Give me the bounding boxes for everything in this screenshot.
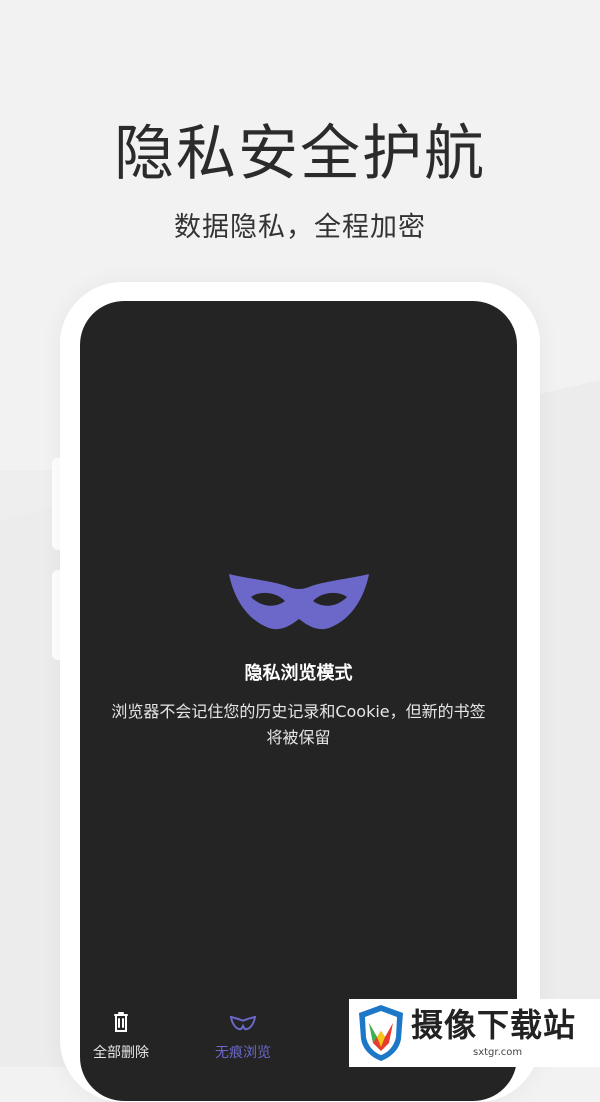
delete-all-button[interactable]: 全部删除 [80,1001,176,1063]
phone-screen: 隐私浏览模式 浏览器不会记住您的历史记录和Cookie，但新的书签将被保留 全部… [80,301,517,1101]
shield-logo-icon [359,1005,403,1061]
page-title: 隐私安全护航 [114,119,486,189]
incognito-mask-icon [229,574,369,630]
watermark-name: 摄像下载站 [411,1006,577,1044]
private-mode-title: 隐私浏览模式 [244,663,353,684]
mask-icon [230,1015,256,1031]
trash-icon [114,1012,128,1032]
private-mode-description: 浏览器不会记住您的历史记录和Cookie，但新的书签将被保留 [111,702,486,747]
incognito-tab[interactable]: 无痕浏览 [188,1001,298,1063]
site-watermark: 摄像下载站 sxtgr.com [349,999,600,1067]
watermark-domain: sxtgr.com [473,1047,523,1058]
incognito-label: 无痕浏览 [215,1045,271,1061]
page-subtitle: 数据隐私，全程加密 [174,212,426,243]
delete-all-label: 全部删除 [93,1045,149,1061]
